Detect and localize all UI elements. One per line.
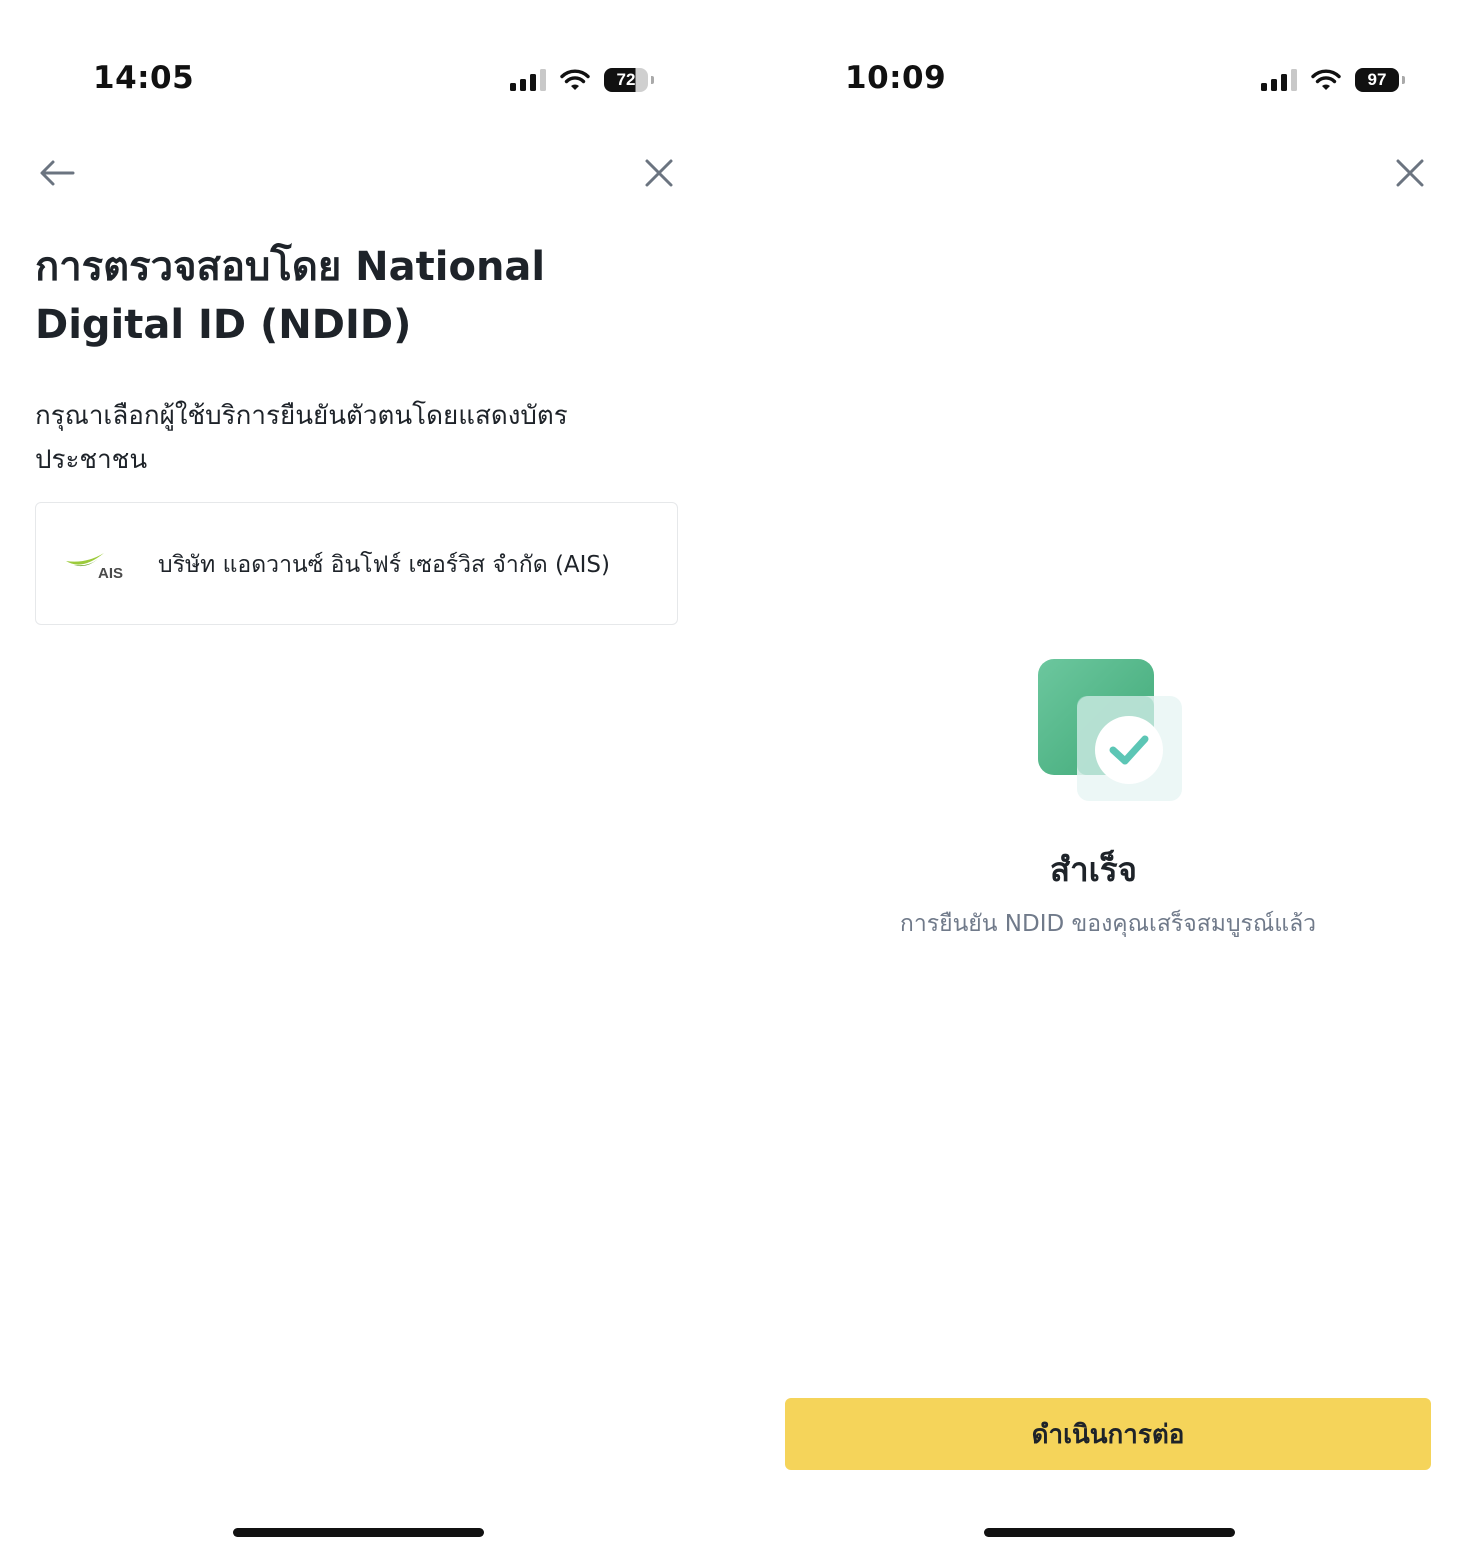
signal-icon	[510, 69, 546, 91]
close-icon[interactable]	[1390, 153, 1430, 193]
wifi-icon	[560, 69, 590, 90]
status-time: 14:05	[93, 60, 195, 96]
page-title: การตรวจสอบโดย National Digital ID (NDID)	[35, 244, 546, 348]
ais-logo: AIS	[66, 553, 123, 581]
status-icons: 97	[1261, 66, 1405, 94]
battery-icon: 97	[1355, 68, 1405, 92]
provider-item-ais[interactable]: AIS บริษัท แอดวานซ์ อินโฟร์ เซอร์วิส จำก…	[35, 502, 678, 625]
success-check-icon	[1038, 659, 1182, 801]
success-message: การยืนยัน NDID ของคุณเสร็จสมบูรณ์แล้ว	[899, 911, 1317, 937]
home-indicator	[233, 1528, 484, 1537]
close-icon[interactable]	[639, 153, 679, 193]
status-icons: 72	[510, 66, 654, 94]
continue-button[interactable]: ดำเนินการต่อ	[785, 1398, 1431, 1470]
svg-text:AIS: AIS	[98, 565, 123, 581]
arrow-left-icon[interactable]	[37, 153, 77, 193]
battery-level: 72	[616, 70, 636, 89]
home-indicator	[984, 1528, 1235, 1537]
ndid-provider-screen: 14:05 72 การตรวจสอบโดย National Digital …	[0, 0, 729, 1560]
battery-level: 97	[1367, 70, 1387, 89]
page-subtitle: กรุณาเลือกผู้ใช้บริการยืนยันตัวตนโดยแสดง…	[35, 401, 568, 475]
ndid-success-screen: 10:09 97 สำเร็จ การยืนยัน NDID ของคุณเสร…	[729, 0, 1458, 1560]
status-time: 10:09	[845, 60, 947, 96]
success-title: สำเร็จ	[1049, 850, 1137, 889]
battery-icon: 72	[604, 68, 654, 92]
provider-name: บริษัท แอดวานซ์ อินโฟร์ เซอร์วิส จำกัด (…	[158, 552, 611, 578]
signal-icon	[1261, 69, 1297, 91]
wifi-icon	[1311, 69, 1341, 90]
